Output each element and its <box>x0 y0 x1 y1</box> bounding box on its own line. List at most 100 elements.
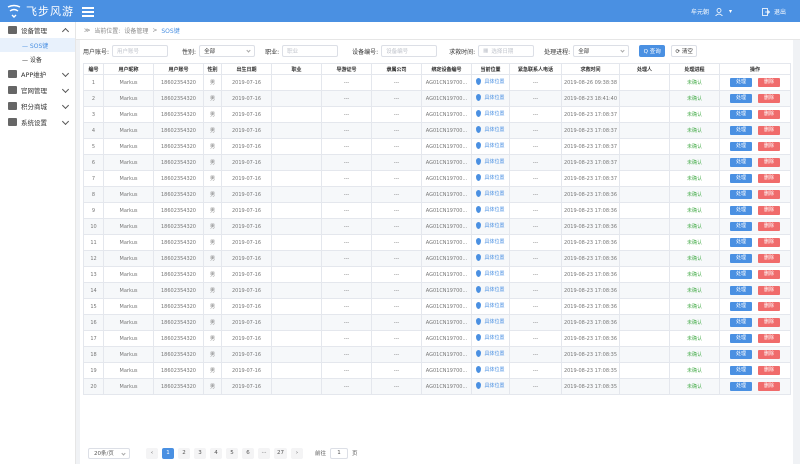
process-button[interactable]: 处理 <box>730 206 752 215</box>
sidebar-item-app[interactable]: APP维护 <box>0 66 75 82</box>
gender-filter-select[interactable]: 全部 <box>199 45 256 57</box>
table-cell: 未确认 <box>669 186 720 203</box>
location-link[interactable]: 具体位置 <box>476 174 505 181</box>
location-link[interactable]: 具体位置 <box>476 222 505 229</box>
process-button[interactable]: 处理 <box>730 238 752 247</box>
location-link[interactable]: 具体位置 <box>476 126 505 133</box>
page-size-select[interactable]: 20条/页 <box>88 447 130 459</box>
location-link[interactable]: 具体位置 <box>476 190 505 197</box>
sidebar-subitem-sos[interactable]: — SOS键 <box>0 38 75 52</box>
table-cell: 具体位置 <box>471 74 510 91</box>
process-button[interactable]: 处理 <box>730 286 752 295</box>
location-link[interactable]: 具体位置 <box>476 254 505 261</box>
delete-button[interactable]: 删除 <box>758 302 780 311</box>
location-link[interactable]: 具体位置 <box>476 270 505 277</box>
location-link[interactable]: 具体位置 <box>476 366 505 373</box>
process-button[interactable]: 处理 <box>730 302 752 311</box>
next-page-button[interactable]: › <box>291 447 303 459</box>
sidebar-item-website[interactable]: 官网管理 <box>0 82 75 98</box>
page-button[interactable]: 3 <box>194 447 206 459</box>
process-button[interactable]: 处理 <box>730 174 752 183</box>
location-link[interactable]: 具体位置 <box>476 142 505 149</box>
search-button[interactable]: Q 查询 <box>639 45 666 57</box>
sidebar-item-device[interactable]: 设备管理 <box>0 22 75 38</box>
page-button[interactable]: 2 <box>178 447 190 459</box>
process-button[interactable]: 处理 <box>730 254 752 263</box>
process-button[interactable]: 处理 <box>730 94 752 103</box>
phone-filter-input[interactable]: 用户账号 <box>112 45 169 57</box>
job-filter-input[interactable]: 职业 <box>282 45 339 57</box>
process-button[interactable]: 处理 <box>730 270 752 279</box>
location-link[interactable]: 具体位置 <box>476 286 505 293</box>
process-button[interactable]: 处理 <box>730 78 752 87</box>
user-menu[interactable]: 牟元朝 ▾ <box>691 7 732 16</box>
status-filter-select[interactable]: 全部 <box>573 45 630 57</box>
logout-button[interactable]: 退出 <box>762 7 786 16</box>
table-cell: 男 <box>203 346 222 363</box>
delete-button[interactable]: 删除 <box>758 350 780 359</box>
delete-button[interactable]: 删除 <box>758 334 780 343</box>
process-button[interactable]: 处理 <box>730 222 752 231</box>
location-link[interactable]: 具体位置 <box>476 318 505 325</box>
process-button[interactable]: 处理 <box>730 142 752 151</box>
delete-button[interactable]: 删除 <box>758 222 780 231</box>
table-cell: 2019-07-16 <box>221 266 272 283</box>
menu-toggle-icon[interactable] <box>82 5 94 17</box>
delete-button[interactable]: 删除 <box>758 126 780 135</box>
delete-button[interactable]: 删除 <box>758 382 780 391</box>
delete-button[interactable]: 删除 <box>758 206 780 215</box>
delete-button[interactable]: 删除 <box>758 238 780 247</box>
time-filter-picker[interactable]: ▦ 选择日期 <box>478 45 535 57</box>
process-button[interactable]: 处理 <box>730 126 752 135</box>
table-cell: 2019-07-16 <box>221 234 272 251</box>
page-button[interactable]: ··· <box>258 447 270 459</box>
device-filter-input[interactable]: 设备编号 <box>381 45 438 57</box>
delete-button[interactable]: 删除 <box>758 270 780 279</box>
delete-button[interactable]: 删除 <box>758 78 780 87</box>
app-logo[interactable]: 飞步风游 <box>6 3 76 19</box>
page-button[interactable]: 27 <box>274 447 287 459</box>
prev-page-button[interactable]: ‹ <box>146 447 158 459</box>
page-jump-input[interactable]: 1 <box>330 447 349 459</box>
location-link[interactable]: 具体位置 <box>476 238 505 245</box>
table-cell: --- <box>371 122 422 139</box>
delete-button[interactable]: 删除 <box>758 142 780 151</box>
process-button[interactable]: 处理 <box>730 350 752 359</box>
location-link[interactable]: 具体位置 <box>476 350 505 357</box>
page-button[interactable]: 1 <box>162 447 174 459</box>
delete-button[interactable]: 删除 <box>758 366 780 375</box>
delete-button[interactable]: 删除 <box>758 94 780 103</box>
process-button[interactable]: 处理 <box>730 158 752 167</box>
process-button[interactable]: 处理 <box>730 318 752 327</box>
process-button[interactable]: 处理 <box>730 110 752 119</box>
location-link[interactable]: 具体位置 <box>476 334 505 341</box>
sidebar-item-settings[interactable]: 系统设置 <box>0 114 75 130</box>
process-button[interactable]: 处理 <box>730 334 752 343</box>
page-button[interactable]: 4 <box>210 447 222 459</box>
process-button[interactable]: 处理 <box>730 382 752 391</box>
process-button[interactable]: 处理 <box>730 366 752 375</box>
breadcrumb-parent[interactable]: 设备管理 <box>124 26 148 35</box>
delete-button[interactable]: 删除 <box>758 318 780 327</box>
delete-button[interactable]: 删除 <box>758 254 780 263</box>
location-link[interactable]: 具体位置 <box>476 110 505 117</box>
location-link[interactable]: 具体位置 <box>476 302 505 309</box>
page-button[interactable]: 6 <box>242 447 254 459</box>
delete-button[interactable]: 删除 <box>758 110 780 119</box>
location-link[interactable]: 具体位置 <box>476 382 505 389</box>
location-link[interactable]: 具体位置 <box>476 94 505 101</box>
process-button[interactable]: 处理 <box>730 190 752 199</box>
delete-button[interactable]: 删除 <box>758 286 780 295</box>
gender-filter-label: 性别: <box>182 48 197 56</box>
page-button[interactable]: 5 <box>226 447 238 459</box>
sidebar-item-shop[interactable]: 积分商城 <box>0 98 75 114</box>
delete-button[interactable]: 删除 <box>758 158 780 167</box>
table-row: 4 Markus 18602354320 男 2019-07-16 --- --- AG01C… <box>83 122 791 139</box>
location-link[interactable]: 具体位置 <box>476 206 505 213</box>
sidebar-subitem-device[interactable]: — 设备 <box>0 52 75 66</box>
delete-button[interactable]: 删除 <box>758 174 780 183</box>
clear-button[interactable]: ⟳ 清空 <box>671 45 698 57</box>
delete-button[interactable]: 删除 <box>758 190 780 199</box>
location-link[interactable]: 具体位置 <box>476 78 505 85</box>
location-link[interactable]: 具体位置 <box>476 158 505 165</box>
